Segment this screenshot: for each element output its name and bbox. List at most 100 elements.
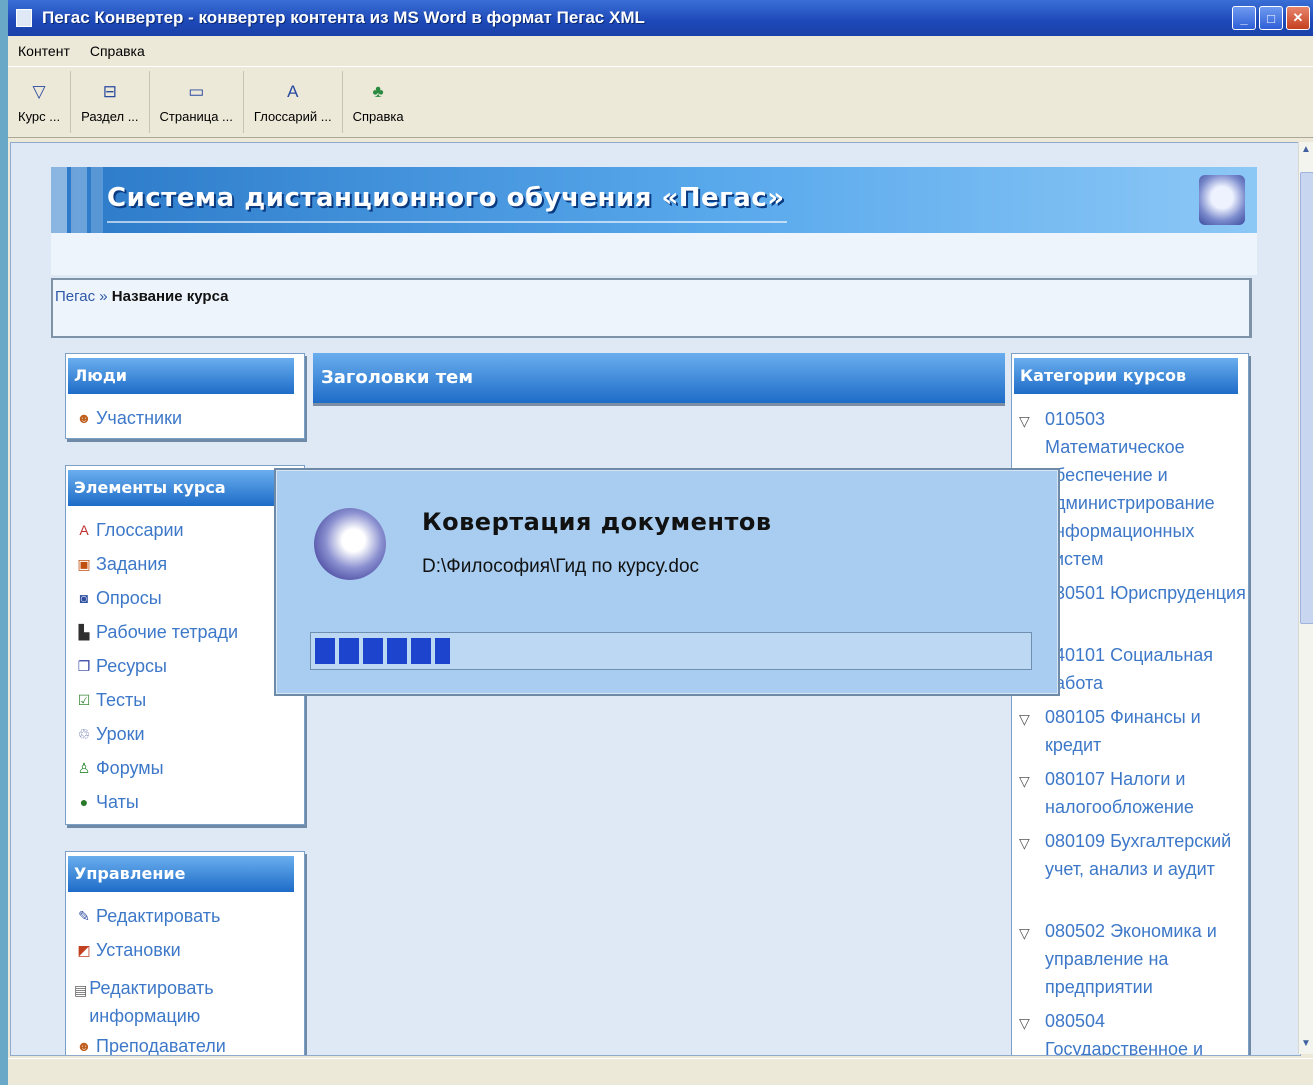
dialog-file-path: D:\Философия\Гид по курсу.doc	[422, 556, 700, 577]
glossary-icon: A	[287, 81, 299, 101]
toolbar-section-button[interactable]: ⊟ Раздел ...	[71, 71, 150, 133]
status-bar	[8, 1058, 1313, 1085]
category-label: 080107 Налоги и налогообложение	[1045, 769, 1194, 817]
banner-decoration	[51, 167, 103, 233]
toolbar-section-label: Раздел ...	[81, 108, 139, 124]
toolbar-course-button[interactable]: ▽ Курс ...	[8, 71, 72, 133]
category-label: 080502 Экономика и управление на предпри…	[1045, 921, 1217, 997]
breadcrumb-current: Название курса	[111, 288, 229, 305]
edit-info-label: Редактировать информацию	[89, 978, 214, 1026]
scroll-up-icon[interactable]: ▲	[1299, 144, 1313, 158]
category-label: 080109 Бухгалтерский учет, анализ и ауди…	[1045, 831, 1232, 879]
lessons-link[interactable]: ♲ Уроки	[74, 724, 145, 745]
chats-label: Чаты	[96, 792, 139, 812]
users-icon: ☻	[76, 410, 92, 426]
category-link[interactable]: ▽ 080502 Экономика и управление на предпр…	[1019, 917, 1249, 1001]
info-icon: ▤	[74, 982, 88, 998]
category-label: 080504 Государственное и	[1045, 1011, 1204, 1056]
edit-icon: ✎	[78, 908, 90, 924]
toolbar-help-label: Справка	[352, 108, 404, 124]
settings-icon: ◩	[77, 942, 91, 958]
resource-icon: ❐	[77, 658, 91, 674]
vertical-scrollbar[interactable]: ▲ ▼	[1298, 142, 1313, 1054]
tests-link[interactable]: ☑ Тесты	[74, 690, 146, 711]
banner-strip	[51, 233, 1257, 275]
people-block: Люди ☻ Участники	[65, 353, 305, 439]
conversion-progress-bar	[310, 632, 1032, 670]
help-icon: ♣	[372, 81, 384, 101]
resources-label: Ресурсы	[96, 656, 167, 676]
lessons-label: Уроки	[96, 724, 145, 744]
teachers-label: Преподаватели	[96, 1036, 226, 1056]
categories-header: Категории курсов	[1014, 358, 1238, 394]
category-link[interactable]: ▽ 080504 Государственное и	[1019, 1007, 1249, 1056]
lesson-icon: ♲	[77, 726, 91, 742]
course-elements-block: Элементы курса A Глоссарии ▣ Задания ◙ Опро…	[65, 465, 305, 825]
edit-link[interactable]: ✎ Редактировать	[74, 906, 220, 927]
dialog-title: Ковертация документов	[422, 508, 772, 536]
category-icon: ▽	[1019, 773, 1030, 789]
minimize-button[interactable]: _	[1232, 6, 1256, 30]
category-label: 080105 Финансы и кредит	[1045, 707, 1201, 755]
poll-icon: ◙	[79, 590, 89, 606]
toolbar-glossary-label: Глоссарий ...	[253, 108, 332, 124]
assignment-icon: ▣	[77, 556, 91, 572]
title-bar[interactable]: Пегас Конвертер - конвертер контента из …	[8, 0, 1313, 36]
category-icon: ▽	[1019, 413, 1030, 429]
scroll-down-icon[interactable]: ▼	[1299, 1038, 1313, 1052]
glossary-link-label: Глоссарии	[96, 520, 184, 540]
polls-link[interactable]: ◙ Опросы	[74, 588, 162, 609]
tests-label: Тесты	[96, 690, 147, 710]
assignments-label: Задания	[96, 554, 168, 574]
scrollbar-thumb[interactable]	[1300, 172, 1313, 624]
glossary-item-icon: A	[79, 522, 89, 538]
toolbar-glossary-button[interactable]: A Глоссарий ...	[244, 71, 343, 133]
breadcrumb-root-link[interactable]: Пегас	[55, 288, 95, 305]
forums-link[interactable]: ♙ Форумы	[74, 758, 164, 779]
menu-bar: Контент Справка	[8, 38, 1313, 64]
category-icon: ▽	[1019, 711, 1030, 727]
category-link[interactable]: ▽ 080107 Налоги и налогообложение	[1019, 765, 1249, 821]
menu-help[interactable]: Справка	[90, 43, 145, 59]
toolbar-page-button[interactable]: ▭ Страница ...	[150, 71, 244, 133]
menu-content[interactable]: Контент	[18, 43, 70, 59]
resources-link[interactable]: ❐ Ресурсы	[74, 656, 167, 677]
category-link[interactable]: ▽ 080105 Финансы и кредит	[1019, 703, 1249, 759]
category-link[interactable]: ▽ 080109 Бухгалтерский учет, анализ и ауд…	[1019, 827, 1249, 883]
workbooks-label: Рабочие тетради	[96, 622, 239, 642]
banner-underline	[107, 221, 787, 223]
category-icon: ▽	[1019, 1015, 1030, 1031]
pegasus-dialog-icon	[314, 508, 386, 580]
toolbar: ▽ Курс ... ⊟ Раздел ... ▭ Страница ... A…	[8, 66, 1313, 138]
category-icon: ▽	[1019, 835, 1030, 851]
settings-link[interactable]: ◩ Установки	[74, 940, 181, 961]
test-icon: ☑	[77, 692, 91, 708]
assignments-link[interactable]: ▣ Задания	[74, 554, 167, 575]
management-block: Управление ✎ Редактировать ◩ Установки ▤ Ре…	[65, 851, 305, 1056]
teachers-link[interactable]: ☻ Преподаватели	[74, 1036, 226, 1056]
maximize-button[interactable]: □	[1259, 6, 1283, 30]
page-icon: ▭	[188, 81, 205, 101]
close-button[interactable]: ✕	[1286, 6, 1310, 30]
breadcrumb-separator: »	[99, 288, 108, 305]
glossary-link[interactable]: A Глоссарии	[74, 520, 184, 541]
forum-icon: ♙	[77, 760, 91, 776]
breadcrumb: Пегас » Название курса	[51, 278, 1252, 338]
participants-label: Участники	[96, 408, 182, 428]
people-header: Люди	[68, 358, 294, 394]
settings-label: Установки	[96, 940, 181, 960]
section-icon: ⊟	[102, 81, 117, 101]
toolbar-help-button[interactable]: ♣ Справка	[343, 71, 414, 133]
workbook-icon: ▙	[78, 624, 90, 640]
workbooks-link[interactable]: ▙ Рабочие тетради	[74, 622, 238, 643]
progress-fill	[315, 638, 450, 664]
site-banner: Система дистанционного обучения «Пегас»	[51, 167, 1257, 233]
chat-icon: ●	[79, 794, 89, 810]
category-icon: ▽	[1019, 925, 1030, 941]
toolbar-course-label: Курс ...	[18, 108, 61, 124]
course-icon: ▽	[32, 81, 46, 101]
edit-info-link[interactable]: ▤ Редактировать информацию	[74, 974, 234, 1030]
teachers-icon: ☻	[76, 1038, 92, 1054]
chats-link[interactable]: ● Чаты	[74, 792, 139, 813]
participants-link[interactable]: ☻ Участники	[74, 408, 182, 429]
